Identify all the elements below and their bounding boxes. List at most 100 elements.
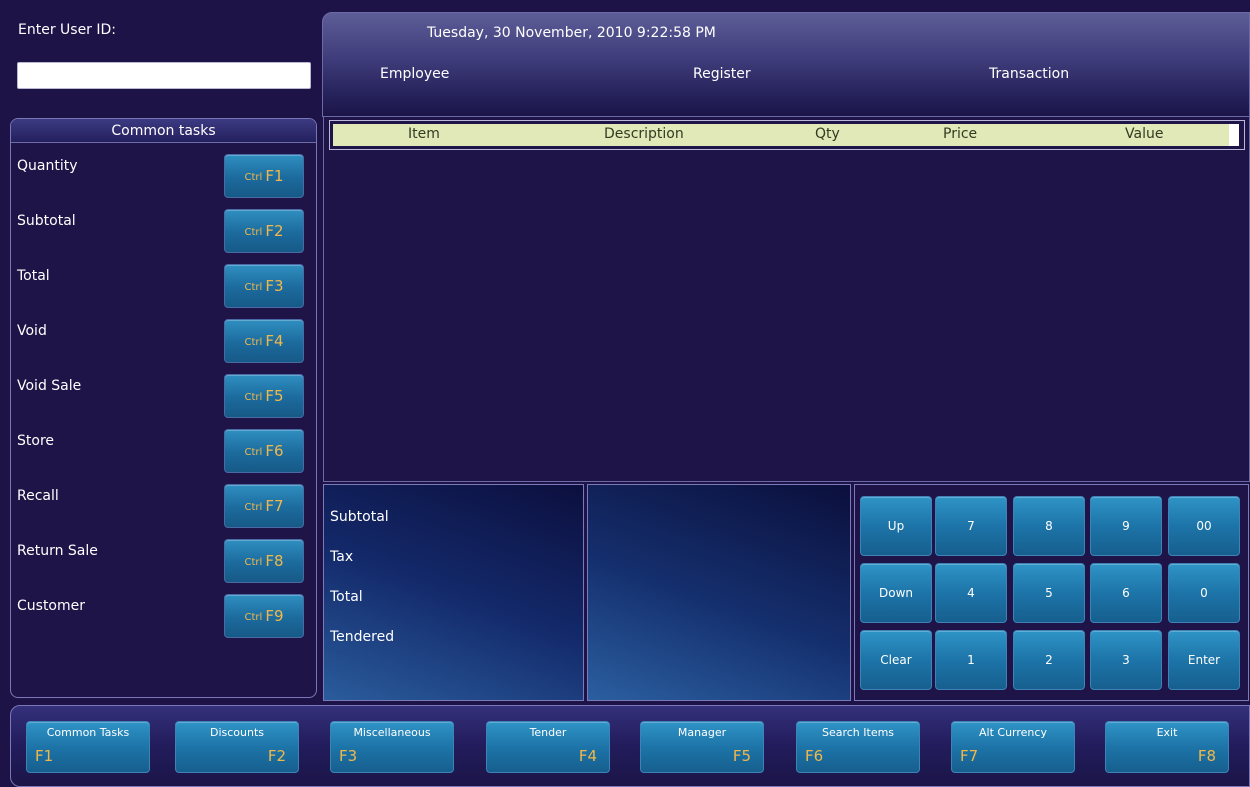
- task-row: Subtotal Ctrl F2: [11, 209, 316, 253]
- keypad-key-6[interactable]: 6: [1090, 563, 1162, 623]
- register-field: Register: [693, 66, 751, 82]
- ctrl-f5-button[interactable]: Ctrl F5: [224, 374, 304, 418]
- totals-value-display: [587, 484, 851, 701]
- ctrl-modifier-label: Ctrl: [244, 447, 263, 458]
- ctrl-f6-button[interactable]: Ctrl F6: [224, 429, 304, 473]
- ctrl-modifier-label: Ctrl: [244, 227, 263, 238]
- function-key-label: F3: [339, 747, 358, 765]
- function-button-label: Common Tasks: [46, 726, 130, 739]
- user-id-input[interactable]: [17, 62, 311, 89]
- numeric-keypad: Up 7 8 9 00 Down 4 5 6 0 Clear 1 2 3 Enter: [854, 484, 1249, 701]
- task-label: Total: [17, 268, 50, 284]
- common-tasks-title: Common tasks: [11, 119, 316, 143]
- discounts-button[interactable]: Discounts F2: [175, 721, 299, 773]
- task-label: Store: [17, 433, 55, 449]
- function-key-label: F9: [265, 607, 284, 625]
- common-tasks-panel: Common tasks Quantity Ctrl F1 Subtotal Ctrl F…: [10, 118, 317, 698]
- keypad-key-7[interactable]: 7: [935, 496, 1007, 556]
- totals-panel: Subtotal Tax Total Tendered: [323, 484, 584, 701]
- miscellaneous-button[interactable]: Miscellaneous F3: [330, 721, 454, 773]
- task-row: Void Sale Ctrl F5: [11, 374, 316, 418]
- task-row: Quantity Ctrl F1: [11, 154, 316, 198]
- ctrl-modifier-label: Ctrl: [244, 392, 263, 403]
- function-key-label: F4: [578, 747, 597, 765]
- keypad-key-9[interactable]: 9: [1090, 496, 1162, 556]
- alt-currency-button[interactable]: Alt Currency F7: [951, 721, 1075, 773]
- function-key-label: F4: [265, 332, 284, 350]
- keypad-key-down[interactable]: Down: [860, 563, 932, 623]
- function-key-label: F2: [265, 222, 284, 240]
- function-key-label: F2: [267, 747, 286, 765]
- keypad-key-8[interactable]: 8: [1013, 496, 1085, 556]
- keypad-key-4[interactable]: 4: [935, 563, 1007, 623]
- keypad-key-clear[interactable]: Clear: [860, 630, 932, 690]
- grid-scrollbar[interactable]: [1229, 124, 1239, 146]
- grid-header: Item Description Qty Price Value: [333, 124, 1239, 146]
- column-header-value[interactable]: Value: [1125, 126, 1163, 142]
- function-key-label: F8: [1197, 747, 1216, 765]
- keypad-key-00[interactable]: 00: [1168, 496, 1240, 556]
- exit-button[interactable]: Exit F8: [1105, 721, 1229, 773]
- employee-field: Employee: [380, 66, 450, 82]
- ctrl-f3-button[interactable]: Ctrl F3: [224, 264, 304, 308]
- ctrl-f8-button[interactable]: Ctrl F8: [224, 539, 304, 583]
- function-button-label: Search Items: [821, 726, 895, 739]
- column-header-item[interactable]: Item: [408, 126, 440, 142]
- task-label: Void: [17, 323, 47, 339]
- total-label: Total: [330, 589, 363, 605]
- function-key-bar: Common Tasks F1 Discounts F2 Miscellaneous F3…: [10, 705, 1250, 787]
- column-header-qty[interactable]: Qty: [815, 126, 840, 142]
- column-header-description[interactable]: Description: [604, 126, 684, 142]
- subtotal-label: Subtotal: [330, 509, 389, 525]
- task-row: Recall Ctrl F7: [11, 484, 316, 528]
- ctrl-f4-button[interactable]: Ctrl F4: [224, 319, 304, 363]
- ctrl-modifier-label: Ctrl: [244, 172, 263, 183]
- keypad-key-1[interactable]: 1: [935, 630, 1007, 690]
- task-row: Total Ctrl F3: [11, 264, 316, 308]
- function-button-label: Tender: [529, 726, 567, 739]
- function-button-label: Miscellaneous: [353, 726, 431, 739]
- manager-button[interactable]: Manager F5: [640, 721, 764, 773]
- keypad-key-0[interactable]: 0: [1168, 563, 1240, 623]
- keypad-key-3[interactable]: 3: [1090, 630, 1162, 690]
- column-header-price[interactable]: Price: [943, 126, 977, 142]
- keypad-key-2[interactable]: 2: [1013, 630, 1085, 690]
- task-label: Void Sale: [17, 378, 82, 394]
- keypad-key-up[interactable]: Up: [860, 496, 932, 556]
- function-key-label: F8: [265, 552, 284, 570]
- task-label: Quantity: [17, 158, 78, 174]
- keypad-key-enter[interactable]: Enter: [1168, 630, 1240, 690]
- task-label: Customer: [17, 598, 86, 614]
- function-key-label: F1: [265, 167, 284, 185]
- ctrl-f1-button[interactable]: Ctrl F1: [224, 154, 304, 198]
- common-tasks-button[interactable]: Common Tasks F1: [26, 721, 150, 773]
- function-key-label: F1: [35, 747, 54, 765]
- user-id-label: Enter User ID:: [18, 22, 117, 38]
- ctrl-modifier-label: Ctrl: [244, 502, 263, 513]
- function-button-label: Discounts: [209, 726, 265, 739]
- task-label: Recall: [17, 488, 59, 504]
- ctrl-f9-button[interactable]: Ctrl F9: [224, 594, 304, 638]
- function-key-label: F7: [265, 497, 284, 515]
- function-button-label: Exit: [1156, 726, 1178, 739]
- function-key-label: F6: [805, 747, 824, 765]
- task-row: Customer Ctrl F9: [11, 594, 316, 638]
- task-label: Return Sale: [17, 543, 98, 559]
- task-row: Return Sale Ctrl F8: [11, 539, 316, 583]
- ctrl-f7-button[interactable]: Ctrl F7: [224, 484, 304, 528]
- search-items-button[interactable]: Search Items F6: [796, 721, 920, 773]
- grid-header-frame: Item Description Qty Price Value: [329, 120, 1245, 150]
- tender-button[interactable]: Tender F4: [486, 721, 610, 773]
- ctrl-modifier-label: Ctrl: [244, 612, 263, 623]
- tax-label: Tax: [330, 549, 354, 565]
- transaction-field: Transaction: [989, 66, 1070, 82]
- datetime-display: Tuesday, 30 November, 2010 9:22:58 PM: [427, 25, 716, 41]
- ctrl-modifier-label: Ctrl: [244, 557, 263, 568]
- function-key-label: F7: [960, 747, 979, 765]
- function-button-label: Alt Currency: [979, 726, 1047, 739]
- items-grid[interactable]: Item Description Qty Price Value: [323, 117, 1250, 482]
- task-row: Void Ctrl F4: [11, 319, 316, 363]
- keypad-key-5[interactable]: 5: [1013, 563, 1085, 623]
- ctrl-f2-button[interactable]: Ctrl F2: [224, 209, 304, 253]
- tendered-label: Tendered: [330, 629, 395, 645]
